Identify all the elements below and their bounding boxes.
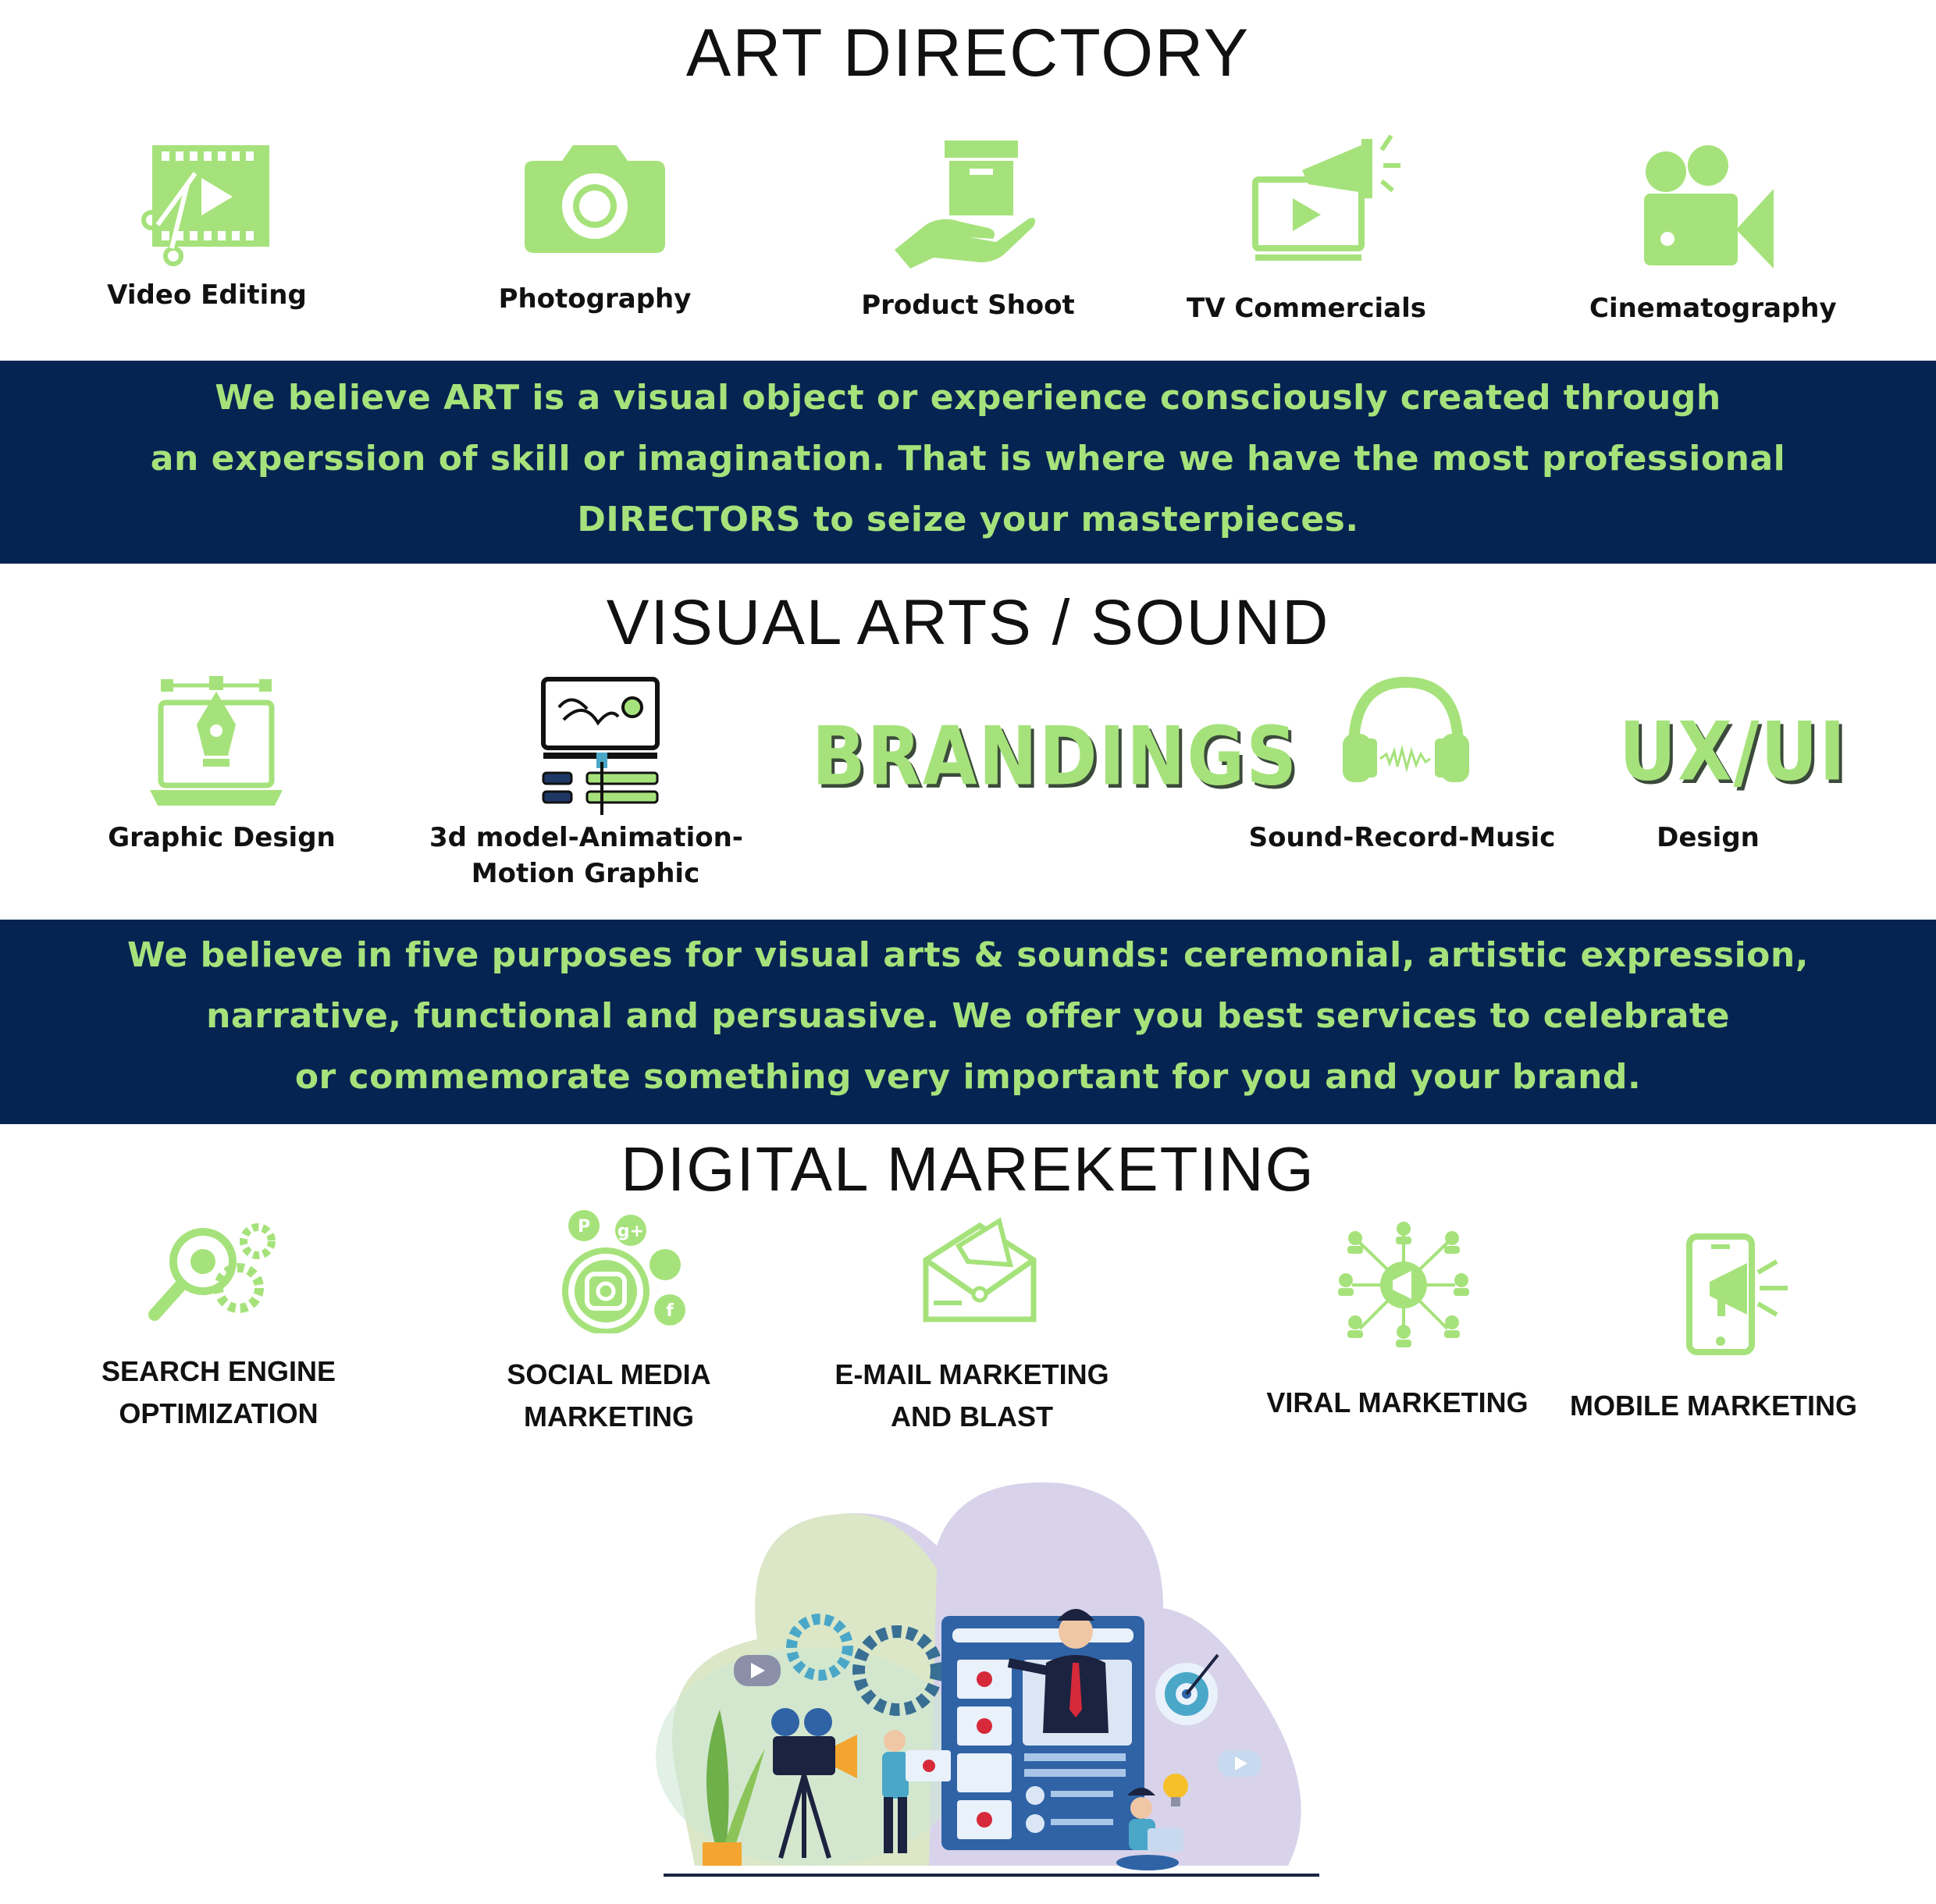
video-editing-label: Video Editing xyxy=(107,279,307,311)
social-media-label-line-2: MARKETING xyxy=(524,1400,694,1432)
viral-marketing-label: VIRAL MARKETING xyxy=(1266,1386,1529,1418)
visual-statement-line-2: narrative, functional and persuasive. We… xyxy=(206,996,1730,1036)
film-scissors-icon xyxy=(141,145,269,266)
art-directory-title: ART DIRECTORY xyxy=(685,16,1251,91)
cinematography-label: Cinematography xyxy=(1589,293,1837,324)
movie-camera-icon xyxy=(1644,145,1774,269)
digital-marketing-title: DIGITAL MAREKETING xyxy=(621,1134,1315,1204)
camera-icon xyxy=(525,145,665,253)
sound-record-music-label: Sound-Record-Music xyxy=(1248,822,1556,853)
visual-arts-sound-title: VISUAL ARTS / SOUND xyxy=(606,587,1330,658)
pen-tool-laptop-icon xyxy=(150,676,283,806)
visual-arts-statement-band: We believe in five purposes for visual a… xyxy=(0,920,1936,1124)
network-megaphone-icon xyxy=(1338,1222,1469,1347)
envelope-megaphone-icon xyxy=(923,1217,1037,1322)
svg-text:g+: g+ xyxy=(617,1222,644,1241)
animation-label-line-1: 3d model-Animation- xyxy=(429,822,743,853)
seo-label-line-2: OPTIMIZATION xyxy=(119,1397,319,1429)
photography-label: Photography xyxy=(498,283,692,315)
visual-statement-line-1: We believe in five purposes for visual a… xyxy=(127,935,1809,975)
product-shoot-label: Product Shoot xyxy=(861,290,1075,321)
seo-label-line-1: SEARCH ENGINE xyxy=(101,1355,336,1387)
art-statement-line-1: We believe ART is a visual object or exp… xyxy=(215,378,1721,418)
mobile-marketing-label: MOBILE MARKETING xyxy=(1570,1390,1857,1422)
brandings-wordmark: BRANDINGS xyxy=(812,710,1299,804)
ux-ui-design-label: Design xyxy=(1657,822,1760,853)
email-label-line-1: E-MAIL MARKETING xyxy=(835,1358,1109,1390)
art-directory-statement-band: We believe ART is a visual object or exp… xyxy=(0,361,1936,564)
magnifier-gears-icon xyxy=(148,1223,276,1321)
svg-text:P: P xyxy=(578,1217,590,1237)
ux-ui-wordmark: UX/UI xyxy=(1619,705,1847,799)
social-media-label-line-1: SOCIAL MEDIA xyxy=(507,1358,711,1390)
animation-monitor-icon xyxy=(541,677,660,815)
svg-text:f: f xyxy=(666,1301,674,1321)
video-marketing-illustration xyxy=(656,1482,1319,1877)
social-media-icon: Pg+ f xyxy=(562,1210,685,1333)
email-label-line-2: AND BLAST xyxy=(891,1400,1053,1432)
tv-commercials-label: TV Commercials xyxy=(1187,293,1426,324)
graphic-design-label: Graphic Design xyxy=(108,822,336,853)
hand-box-icon xyxy=(895,141,1035,269)
animation-label-line-2: Motion Graphic xyxy=(471,858,700,889)
tv-megaphone-icon xyxy=(1252,134,1400,261)
phone-megaphone-icon xyxy=(1686,1233,1788,1355)
art-statement-line-3: DIRECTORS to seize your masterpieces. xyxy=(577,500,1359,539)
headphones-icon xyxy=(1343,676,1469,782)
visual-statement-line-3: or commemorate something very important … xyxy=(294,1057,1642,1097)
art-statement-line-2: an experssion of skill or imagination. T… xyxy=(150,439,1786,479)
